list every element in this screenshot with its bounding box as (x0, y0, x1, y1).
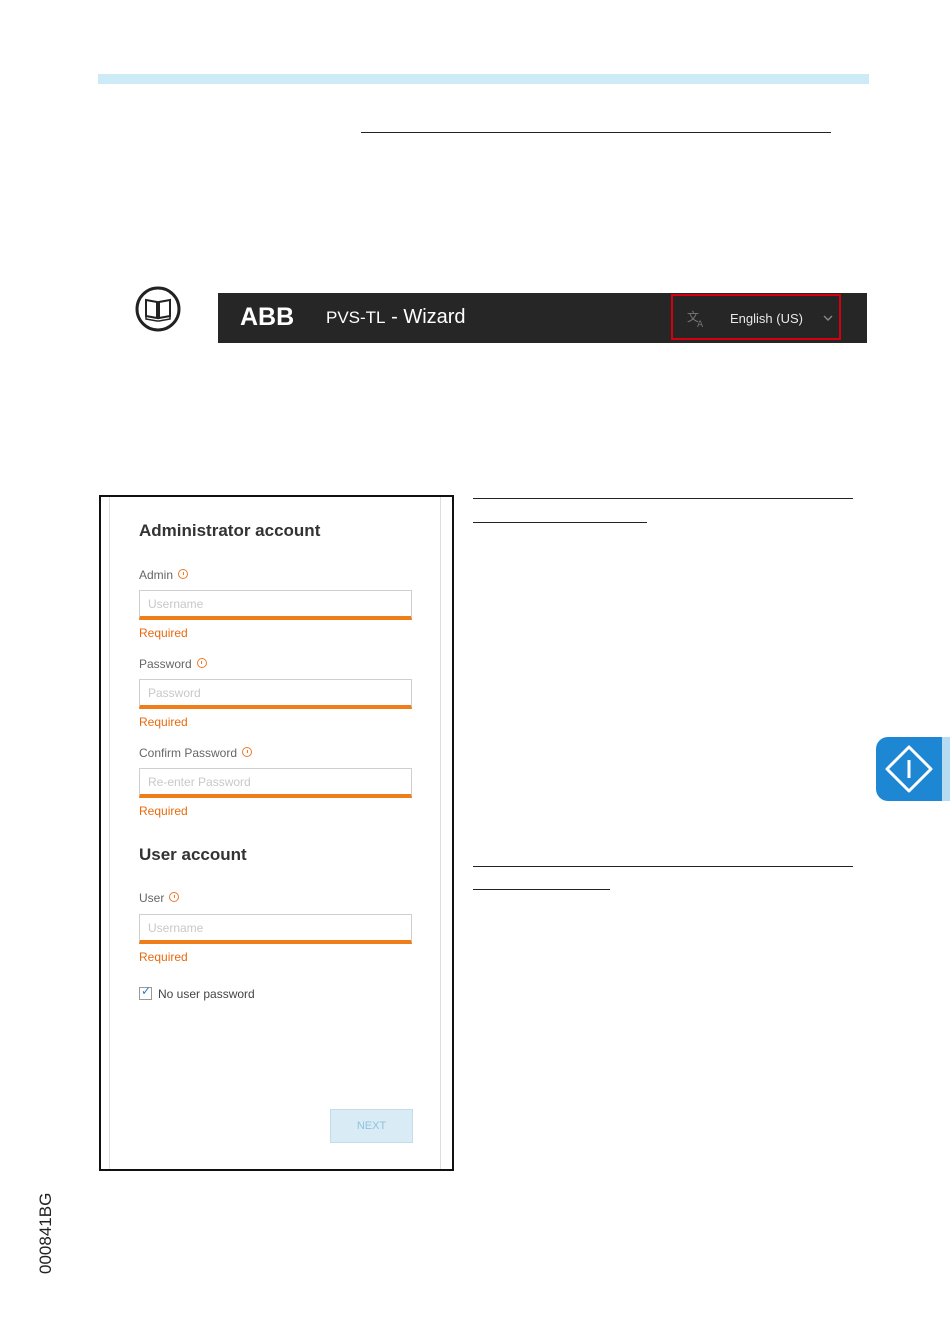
paragraph-underline (531, 889, 610, 890)
next-button[interactable]: NEXT (330, 1109, 413, 1143)
svg-text:A: A (697, 320, 704, 329)
admin-required-message: Required (139, 626, 188, 640)
info-icon (169, 892, 180, 902)
confirm-required-message: Required (139, 804, 188, 818)
info-icon (196, 658, 207, 668)
user-field-label: User (139, 891, 180, 905)
paragraph-underline (473, 889, 531, 890)
no-user-password-row[interactable]: ✓ No user password (139, 984, 255, 1001)
no-user-password-checkbox[interactable]: ✓ (139, 984, 152, 1000)
translate-icon: 文 A (687, 309, 704, 329)
heading-underline (361, 132, 831, 133)
product-name: PVS-TL (326, 308, 386, 327)
info-icon (242, 747, 253, 757)
account-setup-form: Administrator account Admin Required Pas… (99, 495, 454, 1171)
wizard-title: PVS-TL - Wizard (326, 306, 466, 329)
admin-password-input[interactable] (139, 679, 412, 709)
info-icon (178, 569, 189, 579)
user-required-message: Required (139, 950, 188, 964)
frame-divider (440, 497, 441, 1169)
frame-divider (109, 497, 110, 1169)
language-selector[interactable]: 文 A English (US) (671, 294, 841, 340)
paragraph-underline (531, 522, 647, 523)
abb-logo: ABB (240, 303, 295, 331)
book-icon (135, 286, 181, 332)
document-code: 000841BG (36, 1192, 55, 1274)
admin-section-title: Administrator account (139, 521, 321, 540)
user-label-text: User (139, 891, 165, 905)
user-section-title: User account (139, 845, 247, 864)
password-required-message: Required (139, 715, 188, 729)
side-tab-edge (942, 737, 950, 801)
confirm-label-text: Confirm Password (139, 746, 238, 760)
paragraph-underline (473, 522, 531, 523)
top-rule (98, 74, 869, 84)
admin-field-label: Admin (139, 568, 189, 582)
wizard-header-bar: ABB PVS-TL - Wizard 文 A English (US) (218, 293, 867, 343)
wizard-label: Wizard (403, 306, 466, 328)
title-separator: - (385, 306, 404, 328)
paragraph-underline (473, 866, 853, 867)
admin-username-input[interactable] (139, 590, 412, 620)
confirm-password-field-label: Confirm Password (139, 746, 253, 760)
paragraph-underline (473, 498, 853, 499)
admin-label-text: Admin (139, 568, 174, 582)
confirm-password-input[interactable] (139, 768, 412, 798)
no-user-password-label: No user password (158, 987, 255, 1001)
checkmark-icon: ✓ (141, 984, 152, 998)
section-side-tab (876, 737, 942, 801)
password-label-text: Password (139, 657, 192, 671)
language-label: English (US) (730, 311, 803, 326)
chevron-down-icon (823, 315, 833, 321)
diamond-info-icon (885, 745, 933, 793)
user-username-input[interactable] (139, 914, 412, 944)
password-field-label: Password (139, 657, 207, 671)
